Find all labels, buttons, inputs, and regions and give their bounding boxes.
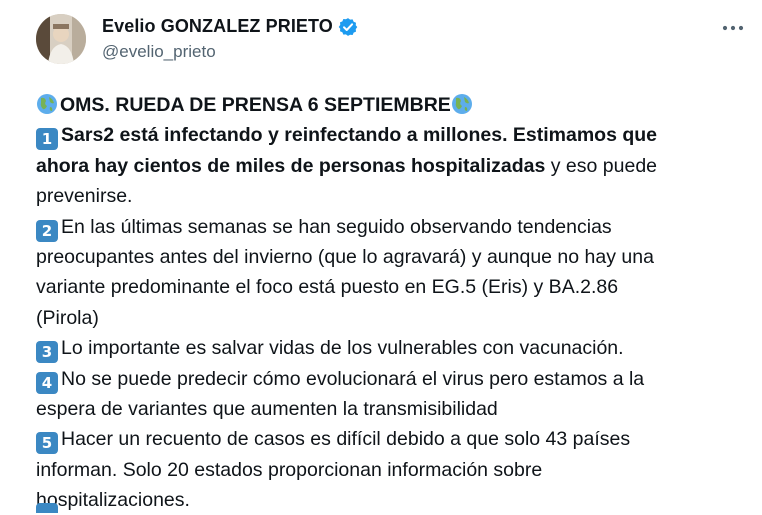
point-2-line-3: variante predominante el foco está puest… (36, 276, 619, 299)
globe-emoji (37, 94, 57, 114)
tweet-title-line: OMS. RUEDA DE PRENSA 6 SEPTIEMBRE (36, 90, 742, 120)
keycap-3-emoji: 3 (36, 341, 58, 364)
tweet-card: Evelio GONZALEZ PRIETO @evelio_prieto OM… (0, 0, 762, 515)
point-4-text: No se puede predecir cómo evolucionará e… (61, 367, 645, 390)
point-5-line-3: hospitalizaciones. (36, 489, 190, 512)
more-options-button[interactable] (716, 14, 750, 42)
author-name-row: Evelio GONZALEZ PRIETO (102, 16, 358, 37)
point-3-line-1: 3 Lo importante es salvar vidas de los vu… (36, 333, 742, 364)
verified-badge-icon (338, 17, 358, 37)
author-display-name[interactable]: Evelio GONZALEZ PRIETO (102, 16, 333, 37)
point-2-line-2: preocupantes antes del invierno (que lo … (36, 245, 654, 268)
point-5-line-1: 5 Hacer un recuento de casos es difícil d… (36, 424, 742, 455)
point-1-line-1: 1 Sars2 está infectando y reinfectando a … (36, 120, 742, 151)
keycap-5-emoji: 5 (36, 432, 58, 455)
point-1-text-rest: y eso puede (545, 154, 658, 177)
avatar[interactable] (36, 14, 86, 64)
keycap-1-emoji: 1 (36, 128, 58, 151)
point-4-line-2: espera de variantes que aumenten la tran… (36, 397, 498, 420)
point-1-line-2: ahora hay cientos de miles de personas h… (36, 151, 742, 181)
more-options-icon (722, 25, 744, 31)
point-3-text: Lo importante es salvar vidas de los vul… (61, 337, 624, 360)
keycap-2-emoji: 2 (36, 219, 58, 242)
point-4-line-1: 4 No se puede predecir cómo evolucionará … (36, 364, 742, 394)
point-5-text: Hacer un recuento de casos es difícil de… (61, 428, 631, 451)
point-1-line-3: prevenirse. (36, 185, 133, 208)
point-2-text: En las últimas semanas se han seguido ob… (61, 215, 612, 238)
point-5-line-2: informan. Solo 20 estados proporcionan i… (36, 458, 543, 481)
keycap-4-emoji: 4 (36, 371, 58, 394)
author-handle[interactable]: @evelio_prieto (102, 42, 216, 62)
point-1-text-bold: Sars2 está infectando y reinfectando a m… (61, 124, 658, 147)
point-1-text-bold-2: ahora hay cientos de miles de personas h… (36, 154, 546, 177)
tweet-title: OMS. RUEDA DE PRENSA 6 SEPTIEMBRE (60, 94, 451, 116)
point-2-line-4: (Pirola) (36, 306, 99, 329)
point-2-line-1: 2 En las últimas semanas se han seguido o… (36, 212, 742, 242)
avatar-photo (36, 14, 86, 64)
tweet-text: OMS. RUEDA DE PRENSA 6 SEPTIEMBRE 1 Sars2… (36, 90, 742, 515)
globe-emoji (451, 94, 472, 114)
